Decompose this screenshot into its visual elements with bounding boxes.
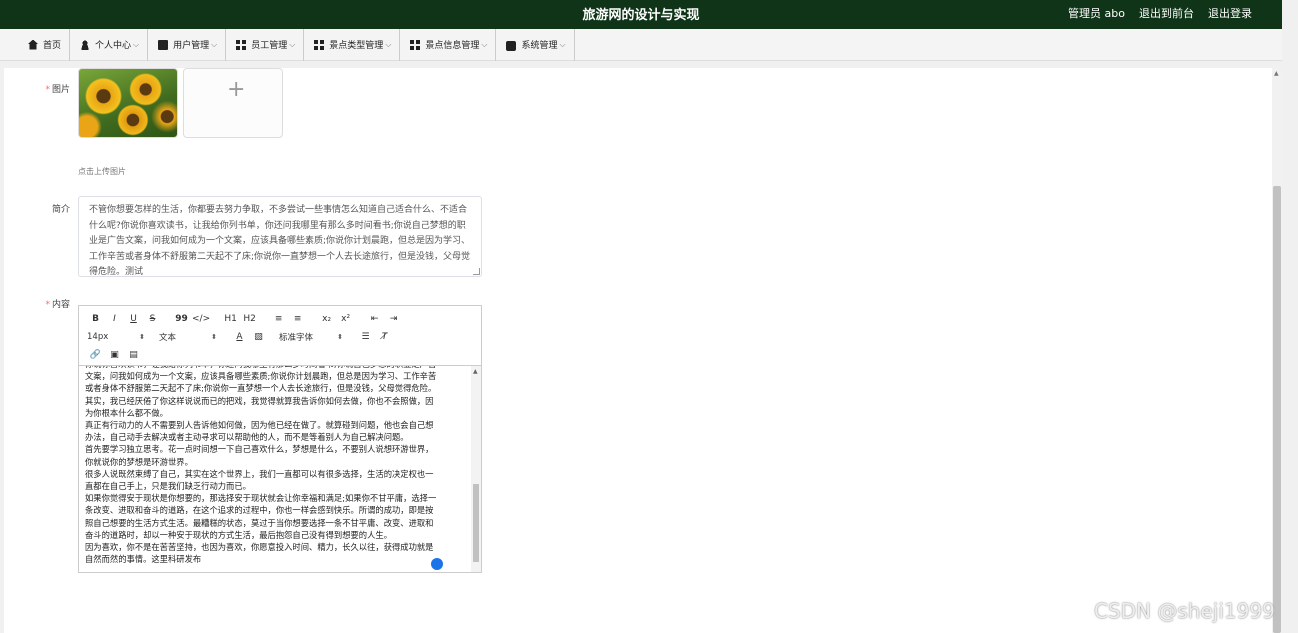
bold-button[interactable]: B [87,311,104,327]
nav-item-label: 员工管理 [251,41,288,51]
underline-button[interactable]: U [125,311,142,327]
upload-hint: 点击上传图片 [78,167,126,176]
blockquote-button[interactable]: 99 [173,311,190,327]
nav-item-label: 个人中心 [95,41,132,51]
font-size-select[interactable]: 14px ⬍ [87,332,145,342]
chevron-down-icon: ⌵ [289,39,296,49]
nav-item-label: 首页 [43,41,62,51]
user-icon [80,39,91,50]
editor-line: 为你根本什么都不做。 [85,407,168,418]
ordered-list-button[interactable]: ≡ [270,311,287,327]
exit-to-front-link[interactable]: 退出到前台 [1139,5,1194,21]
heading1-button[interactable]: H1 [222,311,239,327]
plus-icon: + [227,77,246,102]
clipboard-icon [158,39,169,50]
editor-scroll-thumb[interactable] [473,484,479,562]
clear-format-icon[interactable]: T̸ [376,329,393,345]
superscript-button[interactable]: x² [337,311,354,327]
editor-line: 如果你觉得安于现状是你想要的，那选择安于现状就会让你幸福和满足;如果你不甘平庸，… [85,493,437,504]
editor-line: 你就说你的梦想是环游世界。 [85,456,193,467]
editor-line: 文案，问我如何成为一个文案，应该具备哪些素质;你说你计划晨跑，但总是因为学习、工… [85,371,437,382]
editor-line: 很多人说既然束缚了自己，其实在这个世界上，我们一直都可以有很多选择，生活的决定权… [85,468,434,479]
scroll-up-icon[interactable]: ▲ [473,368,478,375]
image-icon[interactable]: ▣ [106,347,123,363]
editor-scrollbar[interactable]: ▲ [471,366,481,572]
editor-line: 或者身体不舒服第二天起不了床;你说你一直梦想一个人去长途旅行，但是没钱，父母觉得… [85,383,437,394]
editor-line: 真正有行动力的人不需要别人告诉他如何做，因为他已经在做了。就算碰到问题，他也会自… [85,420,434,431]
picture-label: * 图片 [45,85,70,95]
updown-icon: ⬍ [211,333,217,341]
editor-toolbar: B I U S 99 </> H1 H2 ≡ ≡ x₂ x² ⇤ ⇥ 14px … [79,306,481,366]
logout-link[interactable]: 退出登录 [1208,5,1252,21]
chevron-down-icon: ⌵ [481,39,488,49]
upload-picture-button[interactable]: + [183,68,283,138]
header-actions: 管理员 abo 退出到前台 退出登录 [1068,5,1252,21]
editor-line: 首先要学习独立思考。花一点时间想一下自己喜欢什么，梦想是什么，不要别人说想环游世… [85,444,434,455]
nav-item-scenic-info-management[interactable]: 景点信息管理 ⌵ [400,28,497,61]
top-bar: 旅游网的设计与实现 管理员 abo 退出到前台 退出登录 [0,0,1282,29]
nav-item-scenic-type-management[interactable]: 景点类型管理 ⌵ [304,28,401,61]
link-icon[interactable]: 🔗 [87,347,104,363]
font-family-select[interactable]: 标准字体 ⬍ [279,331,343,343]
indent-button[interactable]: ⇥ [385,311,402,327]
grid-icon [410,39,421,50]
font-color-icon[interactable]: A [231,329,248,345]
nav-item-personal-center[interactable]: 个人中心 ⌵ [70,28,149,61]
editor-line: 照自己想要的生活方式生活。最糟糕的状态，莫过于当你想要选择一条不甘平庸、改变、进… [85,517,434,528]
grid-icon [314,39,325,50]
intro-textarea[interactable]: 不管你想要怎样的生活，你都要去努力争取，不多尝试一些事情怎么知道自己适合什么、不… [78,196,482,277]
grid-icon [236,39,247,50]
nav-item-label: 景点类型管理 [329,41,384,51]
italic-button[interactable]: I [106,311,123,327]
editor-line: 奋斗的道路时，却以一种安于现状的方式生活，最后抱怨自己没有得到想要的人生。 [85,529,392,540]
chevron-down-icon: ⌵ [133,39,140,49]
nav-item-user-management[interactable]: 用户管理 ⌵ [148,28,227,61]
loading-indicator [431,558,443,570]
editor-line: 因为喜欢，你不是在苦苦坚持，也因为喜欢，你愿意投入时间、精力，长久以往，获得成功… [85,542,434,553]
rich-text-editor: B I U S 99 </> H1 H2 ≡ ≡ x₂ x² ⇤ ⇥ 14px … [78,305,482,573]
updown-icon: ⬍ [139,333,145,341]
editor-line: 直都在自己手上，只是我们缺乏行动力而已。 [85,481,251,492]
chevron-down-icon: ⌵ [559,39,566,49]
nav-item-label: 用户管理 [173,41,210,51]
briefcase-icon [506,40,517,51]
form-panel: * 图片 + 点击上传图片 简介 不管你想要怎样的生活，你都要去努力争取，不多尝试… [4,68,1272,633]
intro-label: 简介 [51,205,70,215]
editor-line: 条改变、进取和奋斗的道路，在这个追求的过程中，你也一样会感到快乐。所谓的成功，即… [85,505,434,516]
nav-item-label: 系统管理 [521,41,558,51]
page-scroll-thumb[interactable] [1273,186,1281,633]
video-icon[interactable]: ▤ [125,347,142,363]
editor-line: 自然而然的事情。这里科研发布 [85,554,202,565]
nav-item-label: 景点信息管理 [425,41,480,51]
strike-button[interactable]: S [144,311,161,327]
nav-item-home[interactable]: 首页 [20,28,71,61]
main-nav: 首页 个人中心 ⌵ 用户管理 ⌵ 员工管理 ⌵ 景点类型管理 ⌵ 景点信息管理 … [0,28,1282,61]
background-color-icon[interactable]: ▨ [250,329,267,345]
page-scrollbar[interactable]: ▲ [1272,68,1282,633]
watermark: CSDN @sheji1999 [1094,599,1275,623]
editor-line: 办法，自己动手去解决或者主动寻求可以帮助他的人，而不是等着别人为自己解决问题。 [85,432,409,443]
current-user: 管理员 abo [1068,7,1125,20]
format-select[interactable]: 文本 ⬍ [159,331,217,343]
resize-handle[interactable] [473,268,480,275]
heading2-button[interactable]: H2 [241,311,258,327]
home-icon [28,39,38,50]
outdent-button[interactable]: ⇤ [366,311,383,327]
chevron-down-icon: ⌵ [385,39,392,49]
align-icon[interactable]: ☰ [357,329,374,345]
scroll-up-icon[interactable]: ▲ [1274,70,1279,77]
subscript-button[interactable]: x₂ [318,311,335,327]
bullet-list-button[interactable]: ≡ [289,311,306,327]
chevron-down-icon: ⌵ [211,39,218,49]
code-block-button[interactable]: </> [192,311,210,327]
updown-icon: ⬍ [337,333,343,341]
content-label: * 内容 [45,300,70,310]
editor-content[interactable]: 你说你喜欢读书，让我给你列书单，你还问我哪里有那么多时间看书;你说自己梦想的职业… [79,366,471,572]
editor-line: 其实，我已经厌倦了你这样说说而已的把戏，我觉得就算我告诉你如何去做，你也不会照做… [85,395,434,406]
nav-item-system-management[interactable]: 系统管理 ⌵ [496,28,575,61]
nav-item-staff-management[interactable]: 员工管理 ⌵ [226,28,305,61]
uploaded-picture-thumbnail[interactable] [78,68,178,138]
